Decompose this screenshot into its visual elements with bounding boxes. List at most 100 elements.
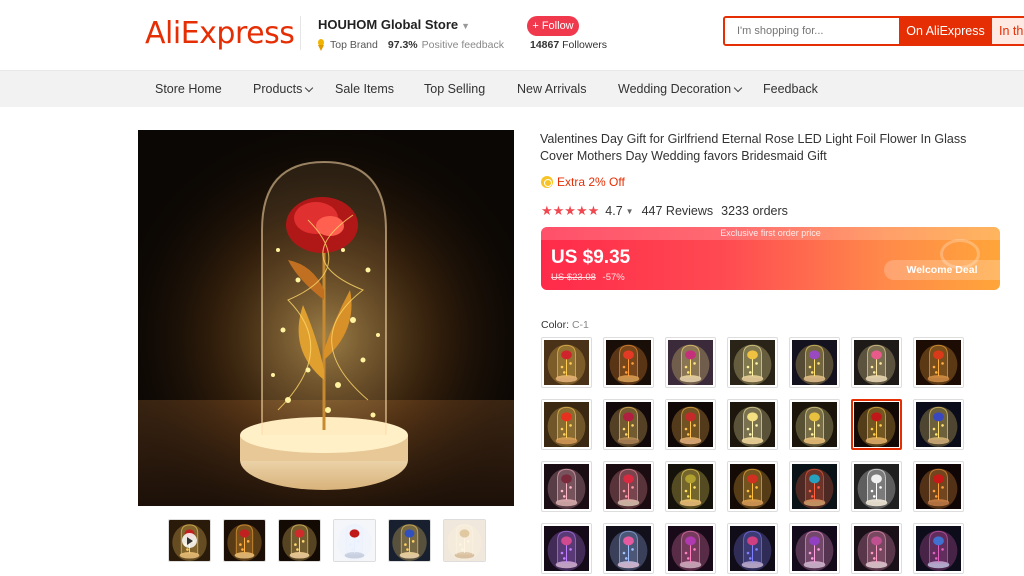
nav-label[interactable]: Top Selling [424,82,485,96]
color-swatch-grid [541,337,971,574]
swatch-image [606,464,651,509]
swatch-image [792,464,837,509]
image-thumbnail[interactable] [333,519,376,562]
video-thumbnail[interactable] [168,519,211,562]
color-swatch[interactable] [727,523,778,574]
color-swatch[interactable] [665,399,716,450]
main-product-image[interactable] [138,130,514,506]
swatch-image [854,402,899,447]
play-icon[interactable] [182,533,197,548]
color-swatch[interactable] [851,337,902,388]
chevron-down-icon[interactable] [733,83,743,93]
aliexpress-logo[interactable]: AliExpress [145,16,295,51]
store-meta: Top Brand 97.3% Positive feedback [316,39,504,51]
star-rating-icon: ★★★★★ [541,203,600,218]
medal-icon [316,39,326,51]
swatch-image [916,402,961,447]
swatch-image [854,340,899,385]
swatch-image [916,526,961,571]
current-price: US $9.35 [551,247,631,268]
color-swatch[interactable] [851,523,902,574]
color-swatch[interactable] [851,461,902,512]
search-input[interactable] [725,18,899,44]
nav-label[interactable]: New Arrivals [517,82,586,96]
orders-count: 3233 orders [721,204,788,218]
color-swatch[interactable] [603,399,654,450]
swatch-image [668,464,713,509]
color-swatch[interactable] [727,461,778,512]
color-swatch[interactable] [541,337,592,388]
color-swatch[interactable] [913,399,964,450]
nav-top-selling[interactable]: Top Selling [424,82,485,96]
price-banner: Exclusive first order price US $9.35 US … [541,227,1000,290]
color-swatch[interactable] [789,399,840,450]
store-name[interactable]: HOUHOM Global Store ▼ [318,17,470,32]
rose-glass-dome-image [138,130,514,506]
nav-wedding-decoration[interactable]: Wedding Decoration [618,82,743,96]
swatch-image [854,464,899,509]
welcome-deal-badge[interactable]: Welcome Deal [884,260,1000,280]
thumbnail-strip [168,519,486,562]
color-swatch[interactable] [603,461,654,512]
color-swatch[interactable] [789,523,840,574]
color-swatch[interactable] [603,337,654,388]
swatch-image [544,340,589,385]
nav-label[interactable]: Feedback [763,82,818,96]
color-swatch[interactable] [913,523,964,574]
follow-button[interactable]: + Follow [527,16,579,36]
search-in-store-button[interactable]: In this store [992,18,1024,44]
rating-row: ★★★★★ 4.7 ▼ 447 Reviews 3233 orders [541,203,788,219]
color-swatch[interactable] [913,337,964,388]
store-name-text[interactable]: HOUHOM Global Store [318,17,458,32]
followers-count: 14867 Followers [530,39,607,51]
image-thumbnail[interactable] [388,519,431,562]
nav-sale-items[interactable]: Sale Items [335,82,394,96]
reviews-link[interactable]: 447 Reviews [642,204,714,218]
store-nav: Store Home Products Sale Items Top Selli… [0,70,1024,107]
color-swatch[interactable] [541,461,592,512]
color-swatch[interactable] [727,337,778,388]
image-thumbnail[interactable] [223,519,266,562]
positive-feedback-label: Positive feedback [421,39,504,51]
swatch-image [606,340,651,385]
extra-off-badge[interactable]: Extra 2% Off [541,175,625,189]
color-swatch[interactable] [851,399,902,450]
chevron-down-icon[interactable] [305,83,314,93]
rating-value[interactable]: 4.7 [605,204,622,218]
image-thumbnail[interactable] [443,519,486,562]
nav-store-home[interactable]: Store Home [155,82,222,96]
nav-feedback[interactable]: Feedback [763,82,818,96]
swatch-image [730,402,775,447]
nav-label[interactable]: Store Home [155,82,222,96]
color-swatch[interactable] [665,523,716,574]
caret-down-icon[interactable]: ▼ [461,21,470,31]
color-swatch[interactable] [665,461,716,512]
color-swatch[interactable] [541,399,592,450]
nav-new-arrivals[interactable]: New Arrivals [517,82,586,96]
nav-label[interactable]: Products [253,82,302,96]
color-swatch[interactable] [541,523,592,574]
search-on-aliexpress-button[interactable]: On AliExpress [899,18,992,44]
image-thumbnail[interactable] [278,519,321,562]
color-swatch[interactable] [727,399,778,450]
swatch-image [668,340,713,385]
swatch-image [730,464,775,509]
nav-label[interactable]: Wedding Decoration [618,82,731,96]
swatch-image [668,526,713,571]
color-swatch[interactable] [789,337,840,388]
swatch-image [606,526,651,571]
nav-label[interactable]: Sale Items [335,82,394,96]
discount-percent: -57% [602,272,625,283]
nav-products[interactable]: Products [253,82,314,96]
swatch-image [854,526,899,571]
top-brand-label: Top Brand [330,39,378,51]
extra-off-label[interactable]: Extra 2% Off [557,175,625,189]
color-swatch[interactable] [913,461,964,512]
chevron-down-icon[interactable]: ▼ [626,207,634,216]
color-swatch[interactable] [789,461,840,512]
swatch-image [916,340,961,385]
color-swatch[interactable] [665,337,716,388]
product-title: Valentines Day Gift for Girlfriend Etern… [540,132,967,163]
color-swatch[interactable] [603,523,654,574]
swatch-image [792,402,837,447]
